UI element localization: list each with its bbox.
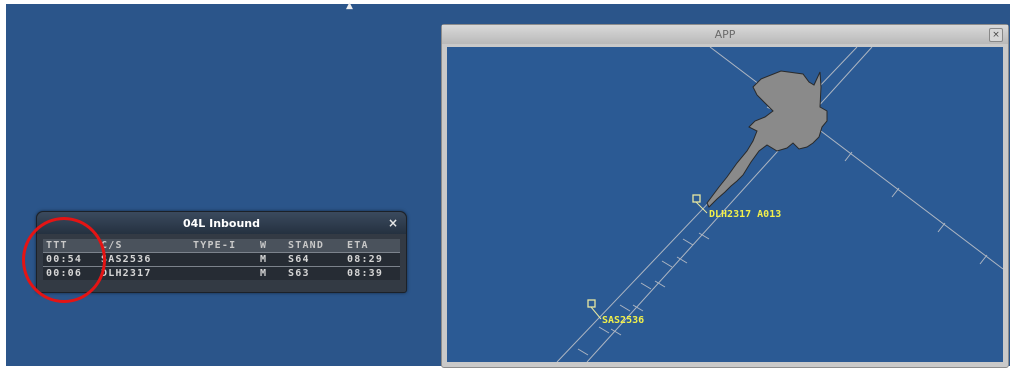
aircraft-label-dlh2317[interactable]: DLH2317 A013 <box>709 209 781 220</box>
inbound-title: 04L Inbound <box>182 217 261 230</box>
cell-stand: S64 <box>288 254 310 265</box>
table-row[interactable]: 00:06 DLH2317 M S63 08:39 <box>43 266 400 280</box>
header-ttt[interactable]: TTT <box>46 239 68 252</box>
header-type[interactable]: TYPE-I <box>193 239 236 252</box>
cell-eta: 08:39 <box>347 268 384 279</box>
app-title: APP <box>714 28 736 41</box>
close-icon[interactable]: × <box>388 216 398 230</box>
radar-display[interactable]: DLH2317 A013 SAS2536 <box>447 47 1003 362</box>
cell-callsign: SAS2536 <box>101 254 152 265</box>
table-header: TTT C/S TYPE-I W STAND ETA <box>43 239 400 252</box>
header-callsign[interactable]: C/S <box>101 239 123 252</box>
radar-map <box>556 47 1003 362</box>
inbound-titlebar[interactable]: 04L Inbound × <box>37 212 406 234</box>
header-stand[interactable]: STAND <box>288 239 324 252</box>
airport-outline <box>706 70 828 208</box>
cell-ttt: 00:06 <box>46 268 83 279</box>
inbound-table: TTT C/S TYPE-I W STAND ETA 00:54 SAS2536… <box>43 239 400 280</box>
cell-wake: M <box>260 268 268 279</box>
aircraft-target-icon <box>587 299 602 320</box>
header-wake[interactable]: W <box>260 239 267 252</box>
mouse-cursor-icon: ▲ <box>346 1 353 11</box>
app-radar-window[interactable]: APP × DLH2317 A013 SAS2536 <box>441 24 1009 368</box>
header-eta[interactable]: ETA <box>347 239 369 252</box>
cell-ttt: 00:54 <box>46 254 83 265</box>
aircraft-target-icon <box>692 194 708 214</box>
table-row[interactable]: 00:54 SAS2536 M S64 08:29 <box>43 252 400 266</box>
inbound-list-window[interactable]: 04L Inbound × TTT C/S TYPE-I W STAND ETA… <box>36 211 407 293</box>
cell-callsign: DLH2317 <box>101 268 152 279</box>
cell-wake: M <box>260 254 268 265</box>
cell-eta: 08:29 <box>347 254 384 265</box>
close-icon[interactable]: × <box>989 28 1003 42</box>
cell-stand: S63 <box>288 268 310 279</box>
app-titlebar[interactable]: APP × <box>442 25 1008 44</box>
aircraft-label-sas2536[interactable]: SAS2536 <box>602 315 644 326</box>
